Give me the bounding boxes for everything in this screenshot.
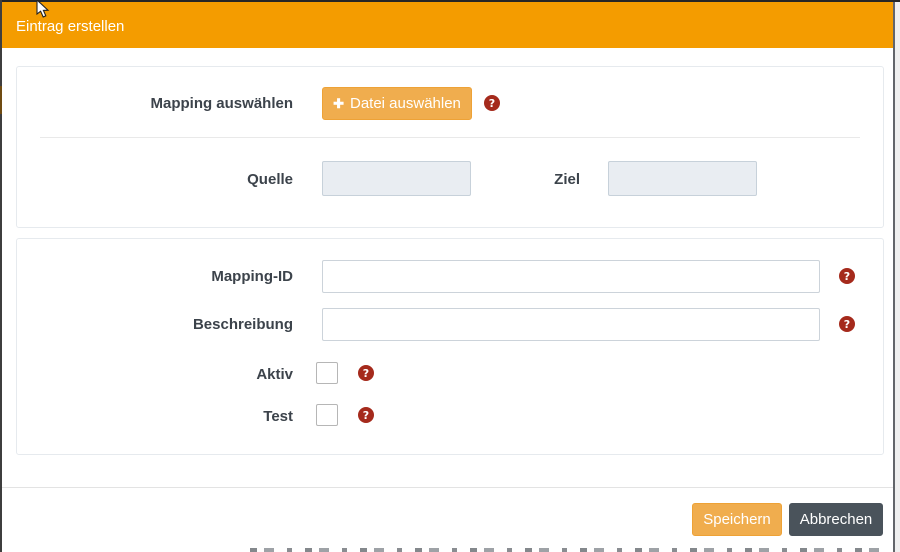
help-icon-test[interactable]: ? — [358, 407, 374, 423]
mouse-cursor-icon — [36, 0, 51, 18]
beschreibung-label: Beschreibung — [17, 316, 293, 333]
ziel-label: Ziel — [304, 171, 580, 188]
clipped-text-fragments — [250, 548, 890, 552]
mapping-id-label: Mapping-ID — [17, 268, 293, 285]
create-entry-dialog: Eintrag erstellen Mapping auswählen ✚ Da… — [0, 0, 900, 552]
right-edge-line — [893, 0, 895, 552]
plus-icon: ✚ — [333, 96, 344, 112]
upload-section-divider — [40, 137, 860, 138]
cancel-button[interactable]: Abbrechen — [789, 503, 883, 536]
left-window-edge — [0, 0, 2, 552]
quelle-label: Quelle — [17, 171, 293, 188]
test-label: Test — [17, 408, 293, 425]
save-button[interactable]: Speichern — [692, 503, 782, 536]
choose-file-button-label: Datei auswählen — [350, 95, 461, 112]
mapping-auswaehlen-label: Mapping auswählen — [17, 95, 293, 112]
test-checkbox[interactable] — [316, 404, 338, 426]
help-icon-mapping-id[interactable]: ? — [839, 268, 855, 284]
dialog-titlebar: Eintrag erstellen — [0, 0, 893, 48]
aktiv-checkbox[interactable] — [316, 362, 338, 384]
mapping-id-input[interactable] — [322, 260, 820, 293]
footer-divider — [0, 487, 893, 488]
right-margin — [895, 0, 900, 552]
left-edge-accent — [0, 86, 2, 114]
top-window-edge — [0, 0, 900, 2]
beschreibung-input[interactable] — [322, 308, 820, 341]
help-icon-aktiv[interactable]: ? — [358, 365, 374, 381]
ziel-input — [608, 161, 757, 196]
help-icon-beschreibung[interactable]: ? — [839, 316, 855, 332]
aktiv-label: Aktiv — [17, 366, 293, 383]
choose-file-button[interactable]: ✚ Datei auswählen — [322, 87, 472, 120]
help-icon-mapping[interactable]: ? — [484, 95, 500, 111]
dialog-title: Eintrag erstellen — [16, 18, 124, 35]
